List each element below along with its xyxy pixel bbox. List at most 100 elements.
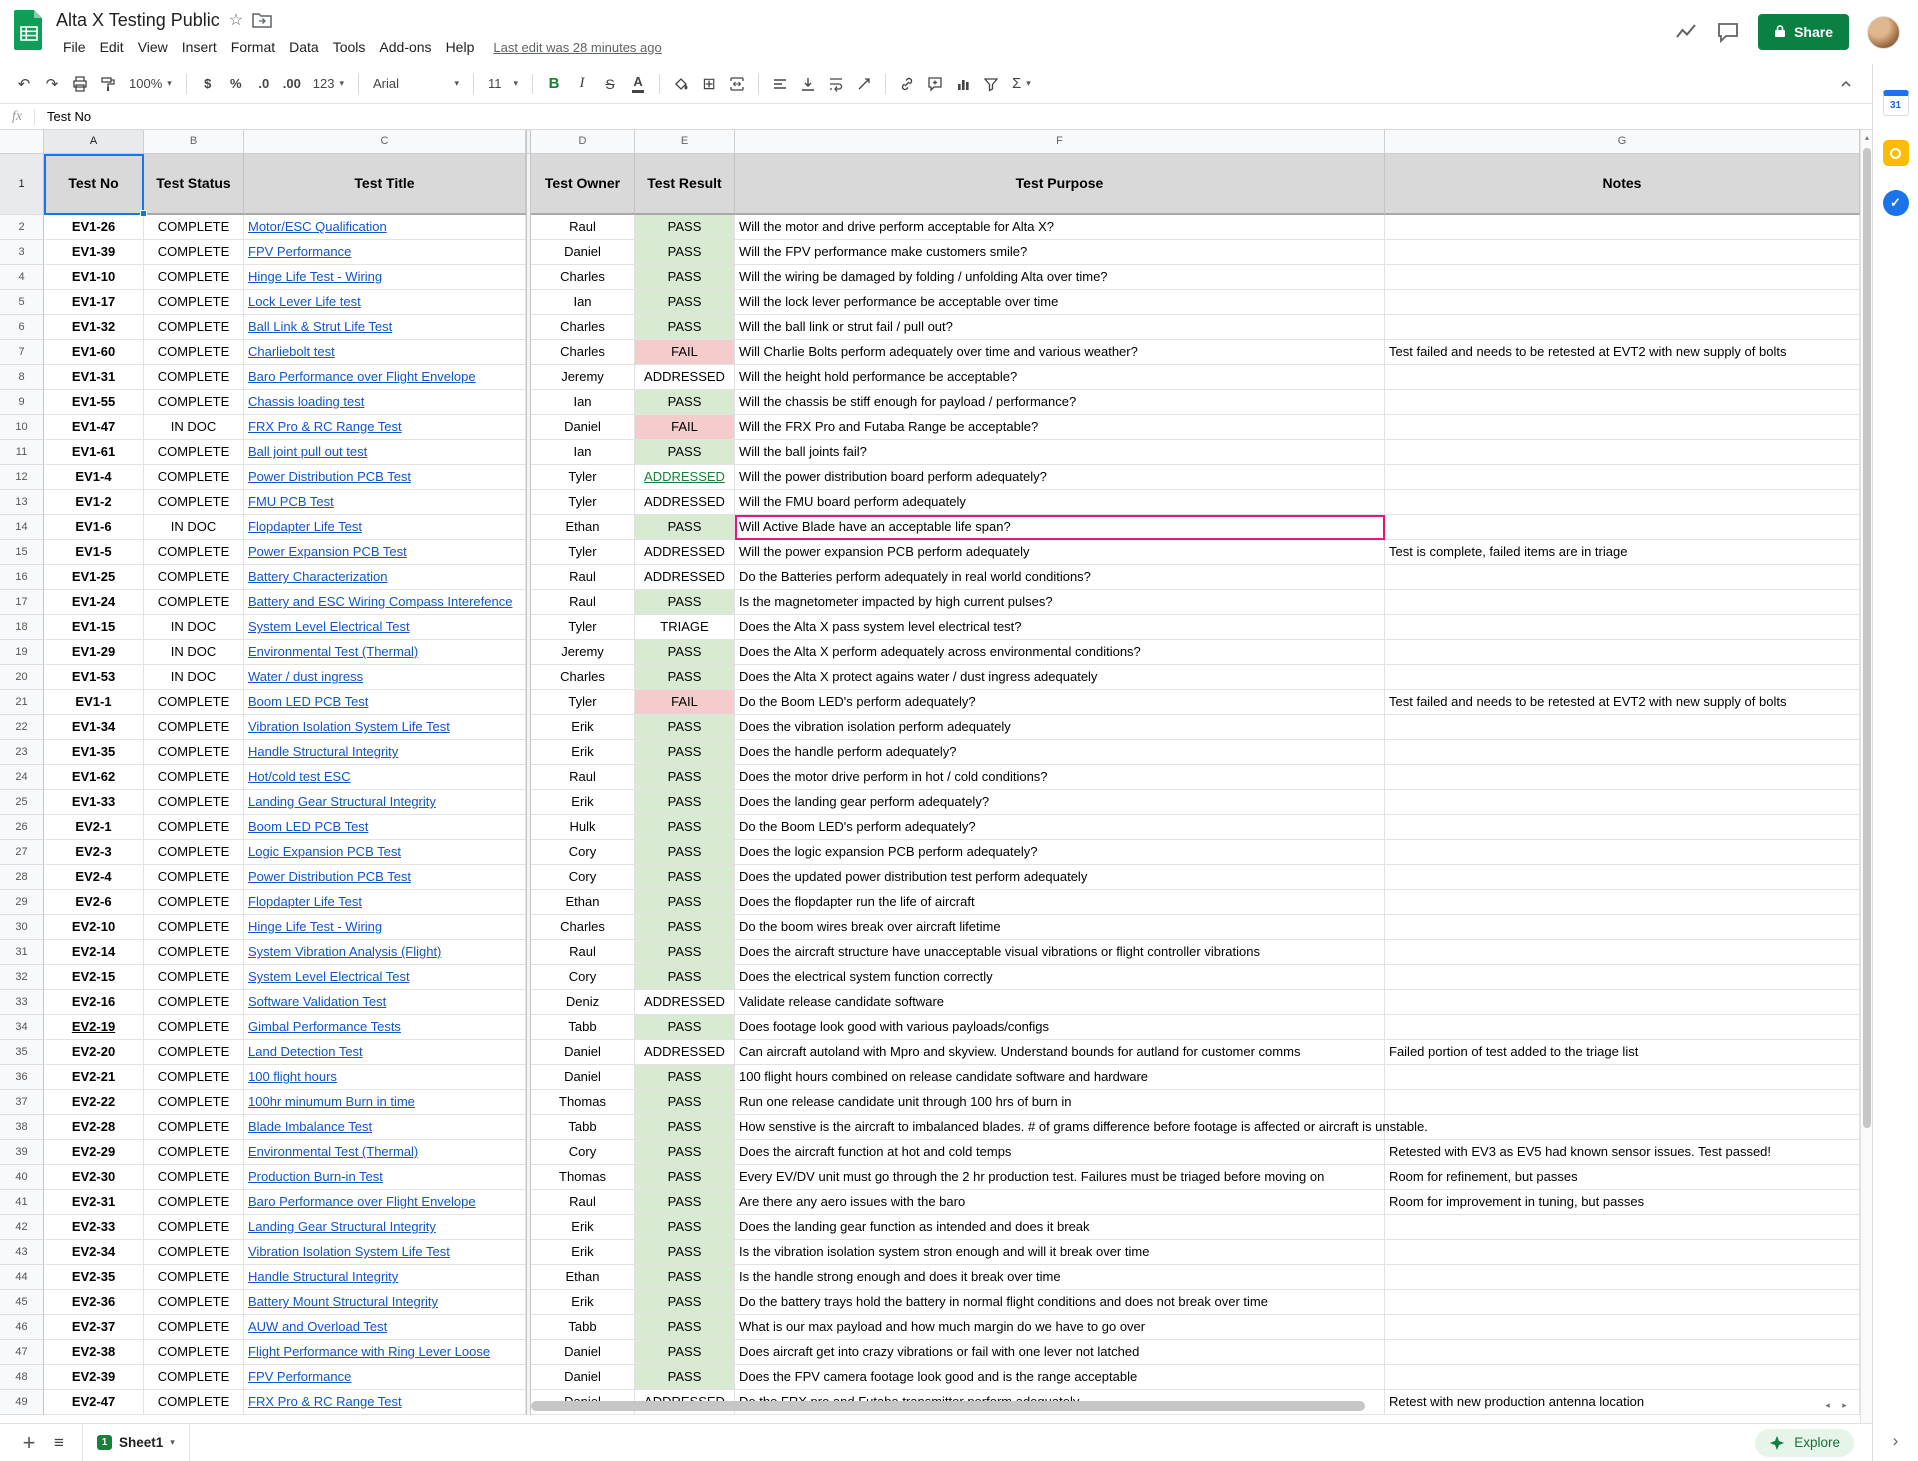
cell-C27[interactable]: Logic Expansion PCB Test bbox=[244, 840, 526, 865]
cell-A12[interactable]: EV1-4 bbox=[44, 465, 144, 490]
cell-D48[interactable]: Daniel bbox=[531, 1365, 635, 1390]
cell-E7[interactable]: FAIL bbox=[635, 340, 735, 365]
cell-G17[interactable] bbox=[1385, 590, 1860, 615]
row-header-17[interactable]: 17 bbox=[0, 590, 44, 615]
cell-C38[interactable]: Blade Imbalance Test bbox=[244, 1115, 526, 1140]
cell-D16[interactable]: Raul bbox=[531, 565, 635, 590]
more-formats-button[interactable]: 123▾ bbox=[306, 71, 351, 97]
cell-E29[interactable]: PASS bbox=[635, 890, 735, 915]
column-header-F[interactable]: F bbox=[735, 130, 1385, 154]
cell-E6[interactable]: PASS bbox=[635, 315, 735, 340]
cell-G41[interactable]: Room for improvement in tuning, but pass… bbox=[1385, 1190, 1860, 1215]
cell-B4[interactable]: COMPLETE bbox=[144, 265, 244, 290]
cell-D28[interactable]: Cory bbox=[531, 865, 635, 890]
cell-A2[interactable]: EV1-26 bbox=[44, 215, 144, 240]
cell-D44[interactable]: Ethan bbox=[531, 1265, 635, 1290]
cell-B12[interactable]: COMPLETE bbox=[144, 465, 244, 490]
cell-B28[interactable]: COMPLETE bbox=[144, 865, 244, 890]
cell-G20[interactable] bbox=[1385, 665, 1860, 690]
cell-F8[interactable]: Will the height hold performance be acce… bbox=[735, 365, 1385, 390]
select-all-corner[interactable] bbox=[0, 130, 44, 154]
vertical-scrollbar-thumb[interactable] bbox=[1863, 148, 1871, 1128]
cell-C15[interactable]: Power Expansion PCB Test bbox=[244, 540, 526, 565]
cell-C10[interactable]: FRX Pro & RC Range Test bbox=[244, 415, 526, 440]
move-folder-icon[interactable] bbox=[252, 12, 272, 28]
cell-A8[interactable]: EV1-31 bbox=[44, 365, 144, 390]
cell-E18[interactable]: TRIAGE bbox=[635, 615, 735, 640]
cell-F11[interactable]: Will the ball joints fail? bbox=[735, 440, 1385, 465]
cell-E1[interactable]: Test Result bbox=[635, 154, 735, 215]
cell-F19[interactable]: Does the Alta X perform adequately acros… bbox=[735, 640, 1385, 665]
cell-G1[interactable]: Notes bbox=[1385, 154, 1860, 215]
cell-A17[interactable]: EV1-24 bbox=[44, 590, 144, 615]
cell-E46[interactable]: PASS bbox=[635, 1315, 735, 1340]
cell-E4[interactable]: PASS bbox=[635, 265, 735, 290]
cell-B3[interactable]: COMPLETE bbox=[144, 240, 244, 265]
menu-view[interactable]: View bbox=[131, 39, 175, 55]
row-header-21[interactable]: 21 bbox=[0, 690, 44, 715]
cell-D38[interactable]: Tabb bbox=[531, 1115, 635, 1140]
cell-E33[interactable]: ADDRESSED bbox=[635, 990, 735, 1015]
fill-color-button[interactable] bbox=[668, 71, 694, 97]
cell-A32[interactable]: EV2-15 bbox=[44, 965, 144, 990]
row-header-31[interactable]: 31 bbox=[0, 940, 44, 965]
cell-A49[interactable]: EV2-47 bbox=[44, 1390, 144, 1415]
cell-D2[interactable]: Raul bbox=[531, 215, 635, 240]
cell-E40[interactable]: PASS bbox=[635, 1165, 735, 1190]
last-edit-link[interactable]: Last edit was 28 minutes ago bbox=[493, 40, 661, 55]
cell-G47[interactable] bbox=[1385, 1340, 1860, 1365]
cell-A10[interactable]: EV1-47 bbox=[44, 415, 144, 440]
cell-B22[interactable]: COMPLETE bbox=[144, 715, 244, 740]
cell-E38[interactable]: PASS bbox=[635, 1115, 735, 1140]
cell-F4[interactable]: Will the wiring be damaged by folding / … bbox=[735, 265, 1385, 290]
cell-F31[interactable]: Does the aircraft structure have unaccep… bbox=[735, 940, 1385, 965]
text-wrap-button[interactable] bbox=[823, 71, 849, 97]
cell-B2[interactable]: COMPLETE bbox=[144, 215, 244, 240]
column-header-E[interactable]: E bbox=[635, 130, 735, 154]
cell-G43[interactable] bbox=[1385, 1240, 1860, 1265]
cell-B7[interactable]: COMPLETE bbox=[144, 340, 244, 365]
cell-D36[interactable]: Daniel bbox=[531, 1065, 635, 1090]
cell-E12[interactable]: ADDRESSED bbox=[635, 465, 735, 490]
cell-G14[interactable] bbox=[1385, 515, 1860, 540]
row-header-22[interactable]: 22 bbox=[0, 715, 44, 740]
cell-D12[interactable]: Tyler bbox=[531, 465, 635, 490]
cell-F33[interactable]: Validate release candidate software bbox=[735, 990, 1385, 1015]
column-header-C[interactable]: C bbox=[244, 130, 526, 154]
cell-F35[interactable]: Can aircraft autoland with Mpro and skyv… bbox=[735, 1040, 1385, 1065]
cell-D40[interactable]: Thomas bbox=[531, 1165, 635, 1190]
cell-E13[interactable]: ADDRESSED bbox=[635, 490, 735, 515]
cell-C16[interactable]: Battery Characterization bbox=[244, 565, 526, 590]
print-button[interactable] bbox=[67, 71, 93, 97]
cell-D26[interactable]: Hulk bbox=[531, 815, 635, 840]
cell-D6[interactable]: Charles bbox=[531, 315, 635, 340]
cell-D45[interactable]: Erik bbox=[531, 1290, 635, 1315]
sheet-tab[interactable]: 1 Sheet1 ▾ bbox=[82, 1424, 190, 1461]
cell-D32[interactable]: Cory bbox=[531, 965, 635, 990]
cell-A30[interactable]: EV2-10 bbox=[44, 915, 144, 940]
cell-E2[interactable]: PASS bbox=[635, 215, 735, 240]
row-header-15[interactable]: 15 bbox=[0, 540, 44, 565]
cell-F42[interactable]: Does the landing gear function as intend… bbox=[735, 1215, 1385, 1240]
cell-F5[interactable]: Will the lock lever performance be accep… bbox=[735, 290, 1385, 315]
scroll-right-arrow-icon[interactable]: ▸ bbox=[1837, 1398, 1852, 1413]
cell-A25[interactable]: EV1-33 bbox=[44, 790, 144, 815]
cell-F10[interactable]: Will the FRX Pro and Futaba Range be acc… bbox=[735, 415, 1385, 440]
cell-B17[interactable]: COMPLETE bbox=[144, 590, 244, 615]
cell-B14[interactable]: IN DOC bbox=[144, 515, 244, 540]
cell-D5[interactable]: Ian bbox=[531, 290, 635, 315]
cell-C14[interactable]: Flopdapter Life Test bbox=[244, 515, 526, 540]
insert-comment-button[interactable] bbox=[922, 71, 948, 97]
cell-D14[interactable]: Ethan bbox=[531, 515, 635, 540]
scroll-left-arrow-icon[interactable]: ◂ bbox=[1820, 1398, 1835, 1413]
cell-E19[interactable]: PASS bbox=[635, 640, 735, 665]
cell-C7[interactable]: Charliebolt test bbox=[244, 340, 526, 365]
cell-E30[interactable]: PASS bbox=[635, 915, 735, 940]
cell-B46[interactable]: COMPLETE bbox=[144, 1315, 244, 1340]
cell-B13[interactable]: COMPLETE bbox=[144, 490, 244, 515]
cell-C35[interactable]: Land Detection Test bbox=[244, 1040, 526, 1065]
cell-G9[interactable] bbox=[1385, 390, 1860, 415]
row-header-2[interactable]: 2 bbox=[0, 215, 44, 240]
cell-B21[interactable]: COMPLETE bbox=[144, 690, 244, 715]
column-header-B[interactable]: B bbox=[144, 130, 244, 154]
